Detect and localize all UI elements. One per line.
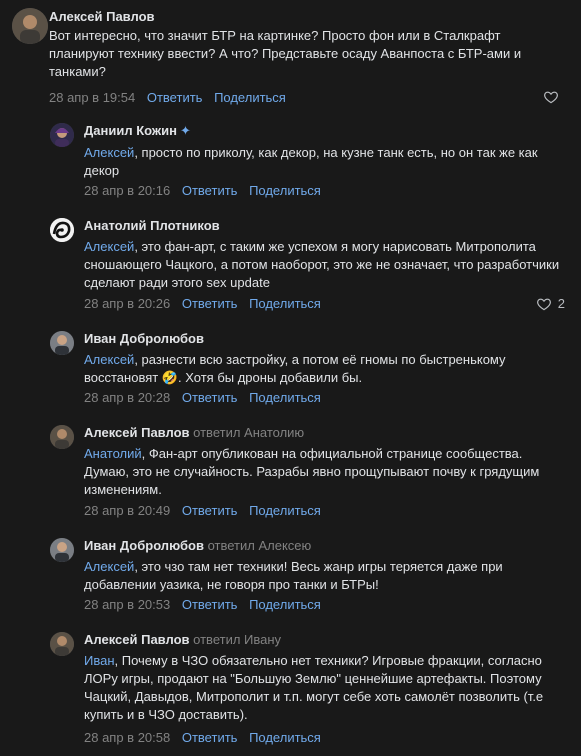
reply-button[interactable]: Ответить (182, 597, 238, 612)
share-button[interactable]: Поделиться (249, 390, 321, 405)
comment-header: Анатолий Плотников (84, 217, 220, 235)
comment-body: , это чзо там нет техники! Весь жанр игр… (84, 559, 503, 592)
share-button[interactable]: Поделиться (214, 90, 286, 105)
replied-to[interactable]: ответил Ивану (193, 632, 281, 647)
mention-link[interactable]: Алексей (84, 559, 134, 574)
comment-date[interactable]: 28 апр в 20:28 (84, 390, 170, 405)
author-name[interactable]: Алексей Павлов (49, 9, 155, 24)
comment-text: Алексей, просто по приколу, как декор, н… (84, 144, 569, 180)
replied-to[interactable]: ответил Анатолию (193, 425, 304, 440)
author-name[interactable]: Даниил Кожин (84, 123, 177, 138)
like-button[interactable] (543, 89, 565, 105)
author-name[interactable]: Алексей Павлов (84, 425, 190, 440)
reply-button[interactable]: Ответить (182, 730, 238, 745)
mention-link[interactable]: Алексей (84, 239, 134, 254)
comment-header: Алексей Павлов (49, 8, 155, 26)
share-button[interactable]: Поделиться (249, 183, 321, 198)
avatar[interactable] (50, 632, 74, 656)
reply-button[interactable]: Ответить (182, 390, 238, 405)
avatar[interactable] (50, 123, 74, 147)
author-name[interactable]: Иван Добролюбов (84, 331, 204, 346)
avatar[interactable] (50, 218, 74, 242)
mention-link[interactable]: Алексей (84, 145, 134, 160)
author-name[interactable]: Алексей Павлов (84, 632, 190, 647)
comment-date[interactable]: 28 апр в 20:53 (84, 597, 170, 612)
comment-text: Вот интересно, что значит БТР на картинк… (49, 27, 569, 81)
avatar[interactable] (12, 8, 48, 44)
reply-button[interactable]: Ответить (182, 296, 238, 311)
comment-body: Вот интересно, что значит БТР на картинк… (49, 28, 522, 79)
comment-header: Иван Добролюбов ответил Алексею (84, 537, 311, 555)
heart-icon (536, 298, 551, 311)
share-button[interactable]: Поделиться (249, 296, 321, 311)
comment-body: , Почему в ЧЗО обязательно нет техники? … (84, 653, 544, 722)
comment-meta: 28 апр в 20:49 Ответить Поделиться (84, 502, 329, 520)
comment-date[interactable]: 28 апр в 20:49 (84, 503, 170, 518)
comment-date[interactable]: 28 апр в 20:58 (84, 730, 170, 745)
comment-text: Алексей, разнести всю застройку, а потом… (84, 351, 569, 387)
rofl-emoji: 🤣 (161, 370, 179, 385)
comment-meta: 28 апр в 20:53 Ответить Поделиться (84, 596, 329, 614)
comment-body-end: . Хотя бы дроны добавили бы. (178, 370, 363, 385)
comment-text: Алексей, это фан-арт, с таким же успехом… (84, 238, 569, 292)
share-button[interactable]: Поделиться (249, 503, 321, 518)
comment-date[interactable]: 28 апр в 20:16 (84, 183, 170, 198)
comment-header: Алексей Павлов ответил Ивану (84, 631, 281, 649)
like-count: 2 (557, 296, 565, 311)
comment-text: Иван, Почему в ЧЗО обязательно нет техни… (84, 652, 569, 724)
comment-header: Алексей Павлов ответил Анатолию (84, 424, 304, 442)
mention-link[interactable]: Алексей (84, 352, 134, 367)
mention-link[interactable]: Иван (84, 653, 115, 668)
comment-meta: 28 апр в 20:16 Ответить Поделиться (84, 182, 329, 200)
comment-body: , Фан-арт опубликован на официальной стр… (84, 446, 540, 497)
comment-thread: Алексей Павлов Вот интересно, что значит… (0, 0, 581, 756)
comment-text: Анатолий, Фан-арт опубликован на официал… (84, 445, 569, 499)
comment-meta: 28 апр в 20:26 Ответить Поделиться (84, 295, 329, 313)
heart-icon (544, 91, 558, 104)
avatar[interactable] (50, 331, 74, 355)
author-name[interactable]: Анатолий Плотников (84, 218, 220, 233)
comment-body: , просто по приколу, как декор, на кузне… (84, 145, 538, 178)
mention-link[interactable]: Анатолий (84, 446, 142, 461)
avatar[interactable] (50, 425, 74, 449)
comment-date[interactable]: 28 апр в 20:26 (84, 296, 170, 311)
comment-meta: 28 апр в 20:28 Ответить Поделиться (84, 389, 329, 407)
replied-to[interactable]: ответил Алексею (208, 538, 312, 553)
comment-body: , это фан-арт, с таким же успехом я могу… (84, 239, 560, 290)
reply-button[interactable]: Ответить (182, 183, 238, 198)
comment-header: Даниил Кожин ✦ (84, 122, 191, 140)
comment-date[interactable]: 28 апр в 19:54 (49, 90, 135, 105)
avatar[interactable] (50, 538, 74, 562)
share-button[interactable]: Поделиться (249, 597, 321, 612)
comment-text: Алексей, это чзо там нет техники! Весь ж… (84, 558, 569, 594)
reply-button[interactable]: Ответить (147, 90, 203, 105)
verified-star-icon: ✦ (179, 123, 191, 138)
share-button[interactable]: Поделиться (249, 730, 321, 745)
comment-meta: 28 апр в 19:54 Ответить Поделиться (49, 89, 294, 107)
like-button[interactable]: 2 (536, 295, 565, 313)
reply-button[interactable]: Ответить (182, 503, 238, 518)
comment-meta: 28 апр в 20:58 Ответить Поделиться (84, 729, 329, 747)
author-name[interactable]: Иван Добролюбов (84, 538, 204, 553)
comment-header: Иван Добролюбов (84, 330, 204, 348)
